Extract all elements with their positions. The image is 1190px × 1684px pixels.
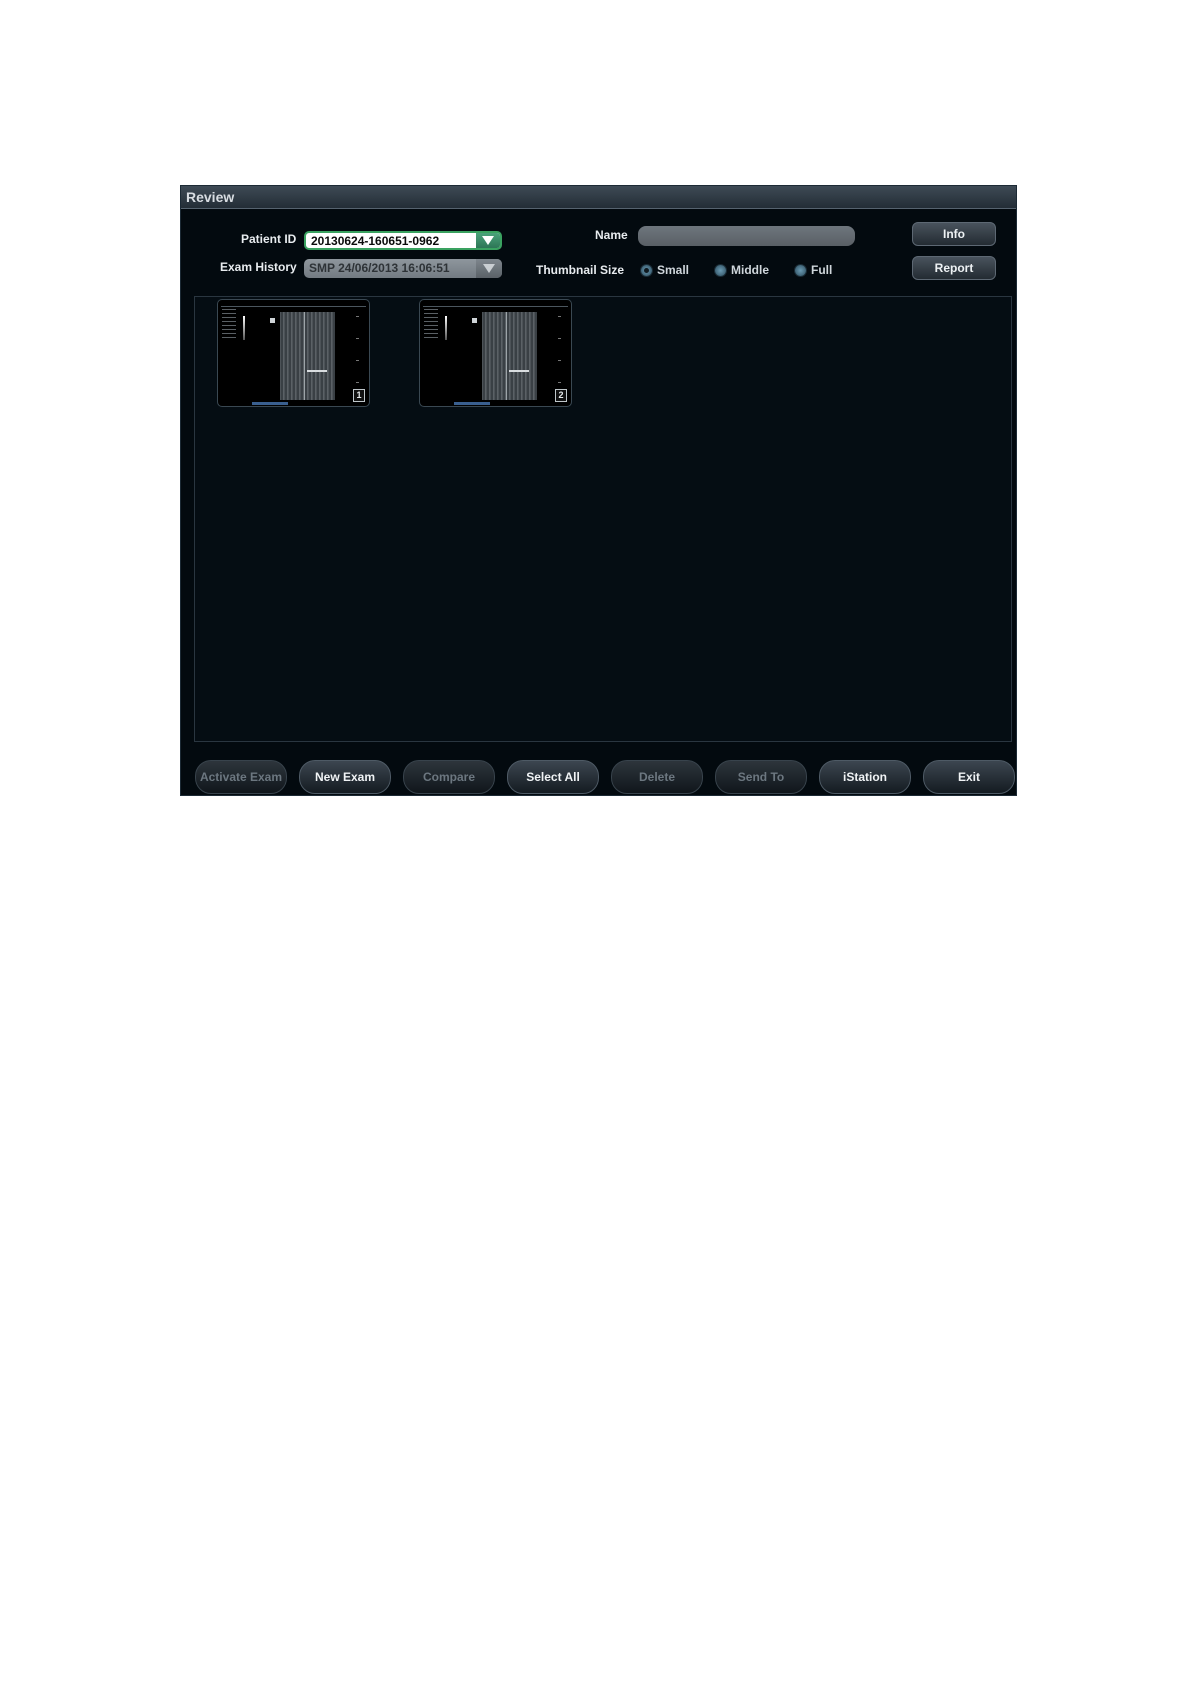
exam-history-dropdown[interactable]: SMP 24/06/2013 16:06:51 xyxy=(304,259,502,278)
patient-id-dropdown[interactable]: 20130624-160651-0962 xyxy=(304,231,502,250)
radio-label: Full xyxy=(811,263,833,277)
patient-id-value: 20130624-160651-0962 xyxy=(311,234,440,248)
delete-button[interactable]: Delete xyxy=(611,760,703,794)
name-label: Name xyxy=(595,228,628,242)
gain-bar-icon xyxy=(243,316,245,340)
radio-selected-icon xyxy=(641,265,652,276)
activate-exam-button[interactable]: Activate Exam xyxy=(195,760,287,794)
exam-history-label: Exam History xyxy=(220,260,297,274)
ultrasound-image xyxy=(280,312,335,400)
depth-scale xyxy=(558,316,561,386)
istation-button[interactable]: iStation xyxy=(819,760,911,794)
thumbnail-number: 2 xyxy=(555,389,567,402)
thumbnail-size-label: Thumbnail Size xyxy=(536,263,625,277)
ultrasound-image xyxy=(482,312,537,400)
radio-unselected-icon xyxy=(795,265,806,276)
chevron-down-icon[interactable] xyxy=(476,259,502,278)
new-exam-button[interactable]: New Exam xyxy=(299,760,391,794)
thumbnail-area: 1 2 xyxy=(194,296,1012,742)
title-bar: Review xyxy=(181,186,1016,209)
select-all-button[interactable]: Select All xyxy=(507,760,599,794)
exit-button[interactable]: Exit xyxy=(923,760,1015,794)
exam-history-value: SMP 24/06/2013 16:06:51 xyxy=(309,261,450,275)
name-field[interactable] xyxy=(638,226,855,246)
info-button[interactable]: Info xyxy=(912,222,996,246)
compare-button[interactable]: Compare xyxy=(403,760,495,794)
radio-label: Small xyxy=(657,263,690,277)
window-title: Review xyxy=(186,189,235,205)
gain-bar-icon xyxy=(445,316,447,340)
depth-scale xyxy=(356,316,359,386)
probe-marker-icon xyxy=(472,318,477,323)
patient-id-label: Patient ID xyxy=(241,232,297,246)
report-button[interactable]: Report xyxy=(912,256,996,280)
radio-label: Middle xyxy=(731,263,769,277)
probe-marker-icon xyxy=(270,318,275,323)
send-to-button[interactable]: Send To xyxy=(715,760,807,794)
thumbnail-number: 1 xyxy=(353,389,365,402)
review-window: Review Patient ID 20130624-160651-0962 E… xyxy=(181,186,1016,795)
thumbnail-image[interactable]: 2 xyxy=(419,299,572,407)
chevron-down-icon[interactable] xyxy=(476,233,500,248)
radio-unselected-icon xyxy=(715,265,726,276)
thumbnail-image[interactable]: 1 xyxy=(217,299,370,407)
